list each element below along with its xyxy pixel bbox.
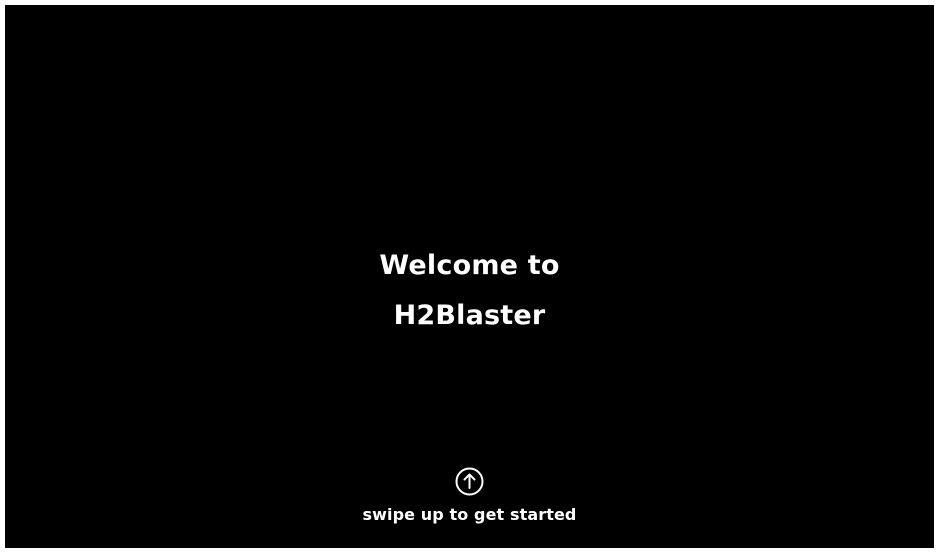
welcome-title: Welcome to H2Blaster xyxy=(5,241,934,341)
swipe-up-label: swipe up to get started xyxy=(362,505,577,524)
app-name: H2Blaster xyxy=(393,300,546,331)
arrow-up-circle-icon[interactable] xyxy=(455,467,484,496)
welcome-screen[interactable]: Welcome to H2Blaster swipe up to get sta… xyxy=(5,5,934,548)
swipe-up-prompt: swipe up to get started xyxy=(5,467,934,525)
welcome-title-line-1: Welcome to xyxy=(379,250,560,281)
